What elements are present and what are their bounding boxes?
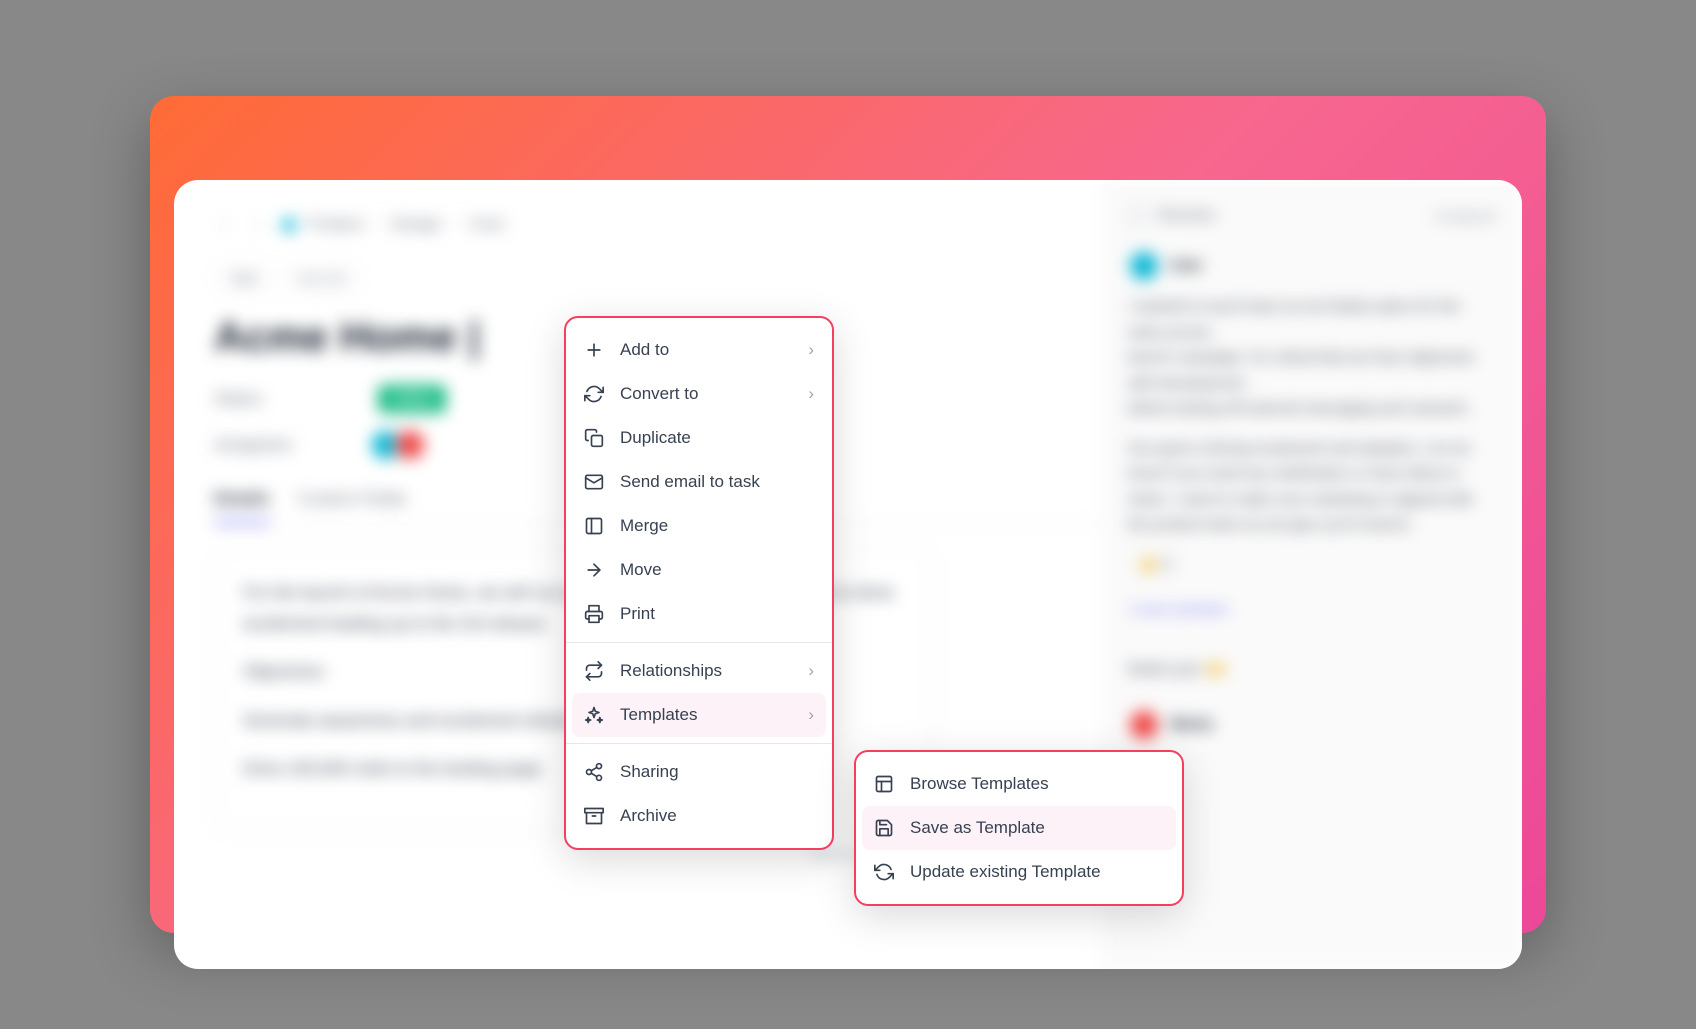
menu-item-archive[interactable]: Archive [566,794,832,838]
task-id-tag[interactable]: CLA-10 [283,263,360,293]
tab-details[interactable]: Details [214,489,270,524]
printer-icon [584,604,604,624]
commenter-name: Marta [1170,716,1213,734]
plus-icon [584,340,604,360]
thumbs-up-icon: 👍 [1139,555,1156,572]
submenu-item-browse-templates[interactable]: Browse Templates [856,762,1182,806]
breadcrumb-item[interactable]: Product [308,216,363,234]
status-badge[interactable]: OPEN [378,385,446,413]
sparkles-icon [584,705,604,725]
menu-item-relationships[interactable]: Relationships › [566,649,832,693]
relationships-icon [584,661,604,681]
status-label: Status [214,389,354,409]
refresh-icon [584,384,604,404]
grid-icon [874,774,894,794]
avatar[interactable] [1128,709,1160,741]
comment-body: Our goal is driving excitement and adopt… [1128,436,1496,538]
comment-body: I wanted to touch base as we finalize pl… [1128,294,1496,422]
menu-item-duplicate[interactable]: Duplicate [566,416,832,460]
submenu-item-save-as-template[interactable]: Save as Template [862,806,1176,850]
reaction-pill[interactable]: 👍 1 [1128,550,1181,577]
archive-icon [584,806,604,826]
submenu-item-update-template[interactable]: Update existing Template [856,850,1182,894]
save-icon [874,818,894,838]
avatar[interactable] [1128,250,1160,282]
menu-item-convert-to[interactable]: Convert to › [566,372,832,416]
task-type-tag[interactable]: Task [214,263,273,293]
breadcrumb-separator: / [375,216,379,234]
task-context-menu: Add to › Convert to › Duplicate Send ema… [564,316,834,850]
breadcrumb-item[interactable]: Design [392,216,442,234]
menu-item-merge[interactable]: Merge [566,504,832,548]
menu-item-print[interactable]: Print [566,592,832,636]
menu-item-sharing[interactable]: Sharing [566,750,832,794]
merge-icon [584,516,604,536]
new-comment-link[interactable]: 1 new comment [1128,601,1227,617]
workspace-dot-icon [282,218,296,232]
chevron-right-icon: › [808,384,814,404]
templates-submenu: Browse Templates Save as Template Update… [854,750,1184,906]
nav-forward-icon[interactable]: › [248,210,270,239]
chevron-right-icon: › [808,661,814,681]
chevron-right-icon: › [808,340,814,360]
tab-custom-fields[interactable]: Custom Fields [298,489,407,524]
breadcrumb-item[interactable]: Core [470,216,505,234]
chevron-right-icon: › [808,705,814,725]
assignee-avatars[interactable] [378,429,426,461]
resolve-checkbox[interactable]: Resolve [1128,206,1216,226]
menu-item-move[interactable]: Move [566,548,832,592]
breadcrumb-separator: / [453,216,457,234]
comment: Ivan I wanted to touch base as we finali… [1128,250,1496,741]
menu-item-send-email[interactable]: Send email to task [566,460,832,504]
refresh-icon [874,862,894,882]
hands-emoji-icon: 🙌 [1206,661,1226,678]
assigned-label: Assigned [1434,208,1496,225]
arrow-right-icon [584,560,604,580]
menu-item-add-to[interactable]: Add to › [566,328,832,372]
copy-icon [584,428,604,448]
share-icon [584,762,604,782]
checkbox-icon [1128,206,1148,226]
menu-item-templates[interactable]: Templates › [572,693,826,737]
mail-icon [584,472,604,492]
task-view-background: ‹ › Product / Design / Core Task CLA-10 … [174,180,1522,969]
nav-back-icon[interactable]: ‹ [214,210,236,239]
menu-divider [566,743,832,744]
menu-divider [566,642,832,643]
commenter-name: Ivan [1170,257,1202,275]
avatar[interactable] [394,429,426,461]
assignees-label: Assignees [214,435,354,455]
